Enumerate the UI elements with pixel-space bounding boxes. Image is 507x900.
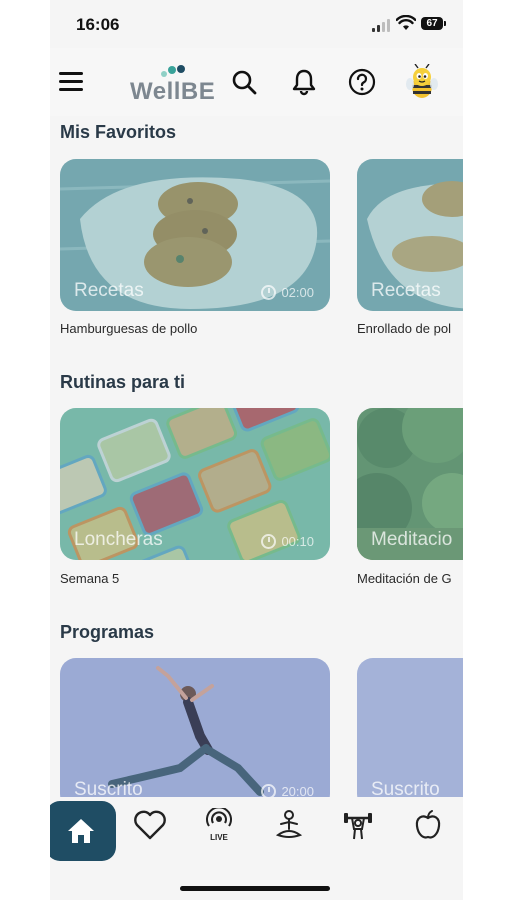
duration-text: 00:10: [281, 534, 314, 549]
routine-card-loncheras[interactable]: Loncheras 00:10: [60, 408, 330, 560]
logo-text: WellBE: [130, 78, 216, 105]
bell-icon[interactable]: [290, 68, 318, 96]
routine-card-meditacion[interactable]: Meditacio: [357, 408, 463, 560]
card-category: Recetas: [371, 280, 441, 301]
nav-fitness[interactable]: [336, 803, 380, 847]
section-title-programas: Programas: [60, 622, 155, 642]
nav-favorites[interactable]: [128, 803, 172, 847]
meditation-icon: [275, 810, 303, 838]
wifi-icon: [396, 15, 416, 30]
battery-icon: 67: [421, 17, 446, 30]
nav-nutrition[interactable]: [406, 803, 450, 847]
home-icon: [68, 819, 94, 843]
card-caption: Semana 5: [60, 571, 120, 586]
home-indicator[interactable]: [180, 886, 330, 891]
section-title-favoritos: Mis Favoritos: [60, 122, 177, 142]
card-category: Recetas: [74, 280, 144, 301]
card-category: Loncheras: [74, 529, 163, 550]
menu-icon[interactable]: [59, 72, 83, 92]
program-card-yoga[interactable]: Suscrito 20:00: [60, 658, 330, 800]
bottom-nav: LIVE: [50, 797, 463, 867]
help-icon[interactable]: [348, 68, 376, 96]
bee-avatar-icon[interactable]: [406, 64, 438, 100]
apple-icon: [415, 810, 441, 839]
duration-text: 02:00: [281, 285, 314, 300]
card-caption: Hamburguesas de pollo: [60, 321, 198, 336]
nav-meditation[interactable]: [267, 803, 311, 847]
status-bar: 16:06 67: [50, 0, 463, 48]
card-category: Meditacio: [371, 529, 453, 550]
section-title-rutinas: Rutinas para ti: [60, 372, 186, 392]
nav-live[interactable]: LIVE: [197, 803, 241, 847]
logo-dots-icon: [161, 65, 185, 77]
app-screen: 16:06 67 WellBE Mis Favoritos Recetas 02…: [50, 0, 463, 900]
nav-home[interactable]: [50, 801, 116, 861]
program-card-2[interactable]: Suscrito: [357, 658, 463, 800]
clock-icon: [261, 285, 277, 300]
fitness-icon: [344, 813, 372, 840]
app-header: WellBE: [50, 48, 463, 116]
card-duration: 00:10: [261, 534, 314, 549]
clock-icon: [261, 534, 277, 549]
card-duration: 02:00: [261, 285, 314, 300]
heart-icon: [134, 810, 166, 840]
live-icon: LIVE: [206, 808, 232, 842]
status-time: 16:06: [76, 15, 120, 34]
favorite-card-hamburguesas[interactable]: Recetas 02:00: [60, 159, 330, 311]
card-caption: Enrollado de pol: [357, 321, 451, 336]
search-icon[interactable]: [230, 68, 258, 96]
wellbe-logo: WellBE: [130, 64, 215, 105]
card-caption: Meditación de G: [357, 571, 452, 586]
live-label: LIVE: [210, 833, 228, 842]
home-content: Mis Favoritos Recetas 02:00 Hamburguesas…: [50, 116, 463, 800]
favorite-card-enrollado[interactable]: Recetas: [357, 159, 463, 311]
signal-icon: [372, 18, 392, 32]
